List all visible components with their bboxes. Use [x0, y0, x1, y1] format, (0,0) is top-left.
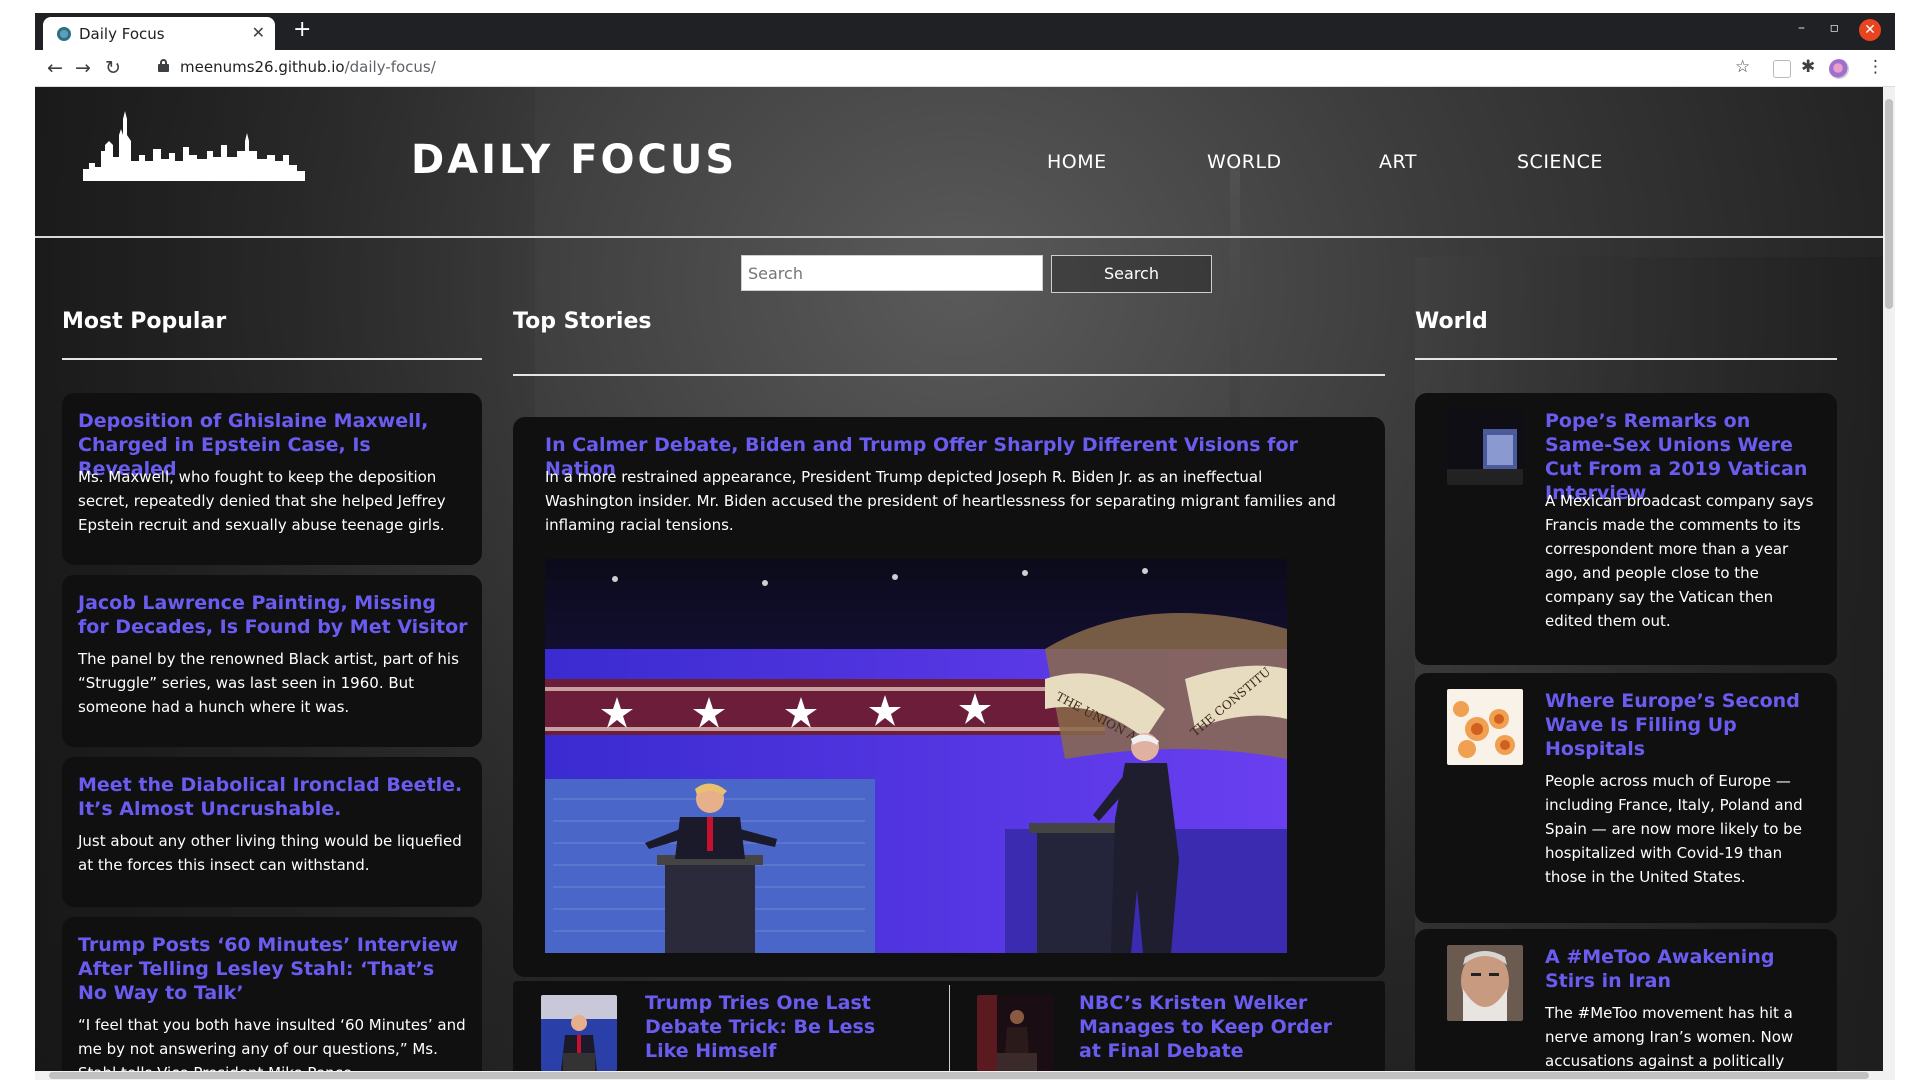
tab-title: Daily Focus — [79, 25, 165, 43]
nav-science[interactable]: SCIENCE — [1517, 151, 1603, 173]
sub-story-thumbnail[interactable] — [977, 995, 1053, 1071]
url-host: meenums26.github.io — [180, 58, 345, 76]
card-summary: People across much of Europe — including… — [1545, 772, 1803, 886]
skyline-logo-icon[interactable] — [83, 111, 305, 181]
sub-story-headline[interactable]: NBC’s Kristen Welker Manages to Keep Ord… — [1079, 991, 1349, 1063]
card-headline[interactable]: Where Europe’s Second Wave Is Filling Up… — [1545, 689, 1815, 761]
browser-menu-icon[interactable]: ⋮ — [1867, 57, 1884, 77]
card-summary: The #MeToo movement has hit a nerve amon… — [1545, 1004, 1794, 1070]
back-button[interactable]: ← — [47, 57, 63, 79]
popular-card[interactable]: Jacob Lawrence Painting, Missing for Dec… — [62, 575, 482, 747]
maximize-button[interactable]: ▫ — [1830, 20, 1840, 36]
lock-icon[interactable] — [158, 59, 169, 72]
section-divider — [513, 374, 1385, 376]
world-card-thumbnail[interactable] — [1447, 689, 1523, 765]
world-card[interactable]: Where Europe’s Second Wave Is Filling Up… — [1415, 673, 1837, 923]
sub-story-thumbnail[interactable] — [541, 995, 617, 1071]
section-divider — [62, 358, 482, 360]
url-path: /daily-focus/ — [344, 58, 436, 76]
address-bar[interactable]: meenums26.github.io/daily-focus/ — [180, 58, 436, 76]
extensions-puzzle-icon[interactable]: ✱ — [1801, 57, 1815, 77]
section-title-most-popular: Most Popular — [62, 309, 227, 334]
browser-toolbar: ← → ↻ meenums26.github.io/daily-focus/ ☆… — [35, 50, 1895, 87]
card-summary: Just about any other living thing would … — [78, 832, 462, 874]
bookmark-star-icon[interactable]: ☆ — [1735, 57, 1750, 77]
horizontal-scrollbar[interactable] — [35, 1071, 1895, 1080]
close-window-button[interactable]: ✕ — [1859, 19, 1881, 41]
new-tab-button[interactable]: + — [293, 17, 311, 42]
section-divider — [1415, 358, 1837, 360]
world-card-thumbnail[interactable] — [1447, 945, 1523, 1021]
section-title-world: World — [1415, 309, 1488, 334]
card-headline[interactable]: Jacob Lawrence Painting, Missing for Dec… — [78, 591, 468, 639]
section-title-top-stories: Top Stories — [513, 309, 652, 334]
nav-home[interactable]: HOME — [1047, 151, 1107, 173]
card-summary: Ms. Maxwell, who fought to keep the depo… — [78, 468, 446, 534]
sub-story-divider — [949, 985, 950, 1071]
top-story-card[interactable]: In Calmer Debate, Biden and Trump Offer … — [513, 417, 1385, 977]
debate-photo[interactable]: THE UNION AND THE CONSTITU — [545, 559, 1287, 953]
site-title[interactable]: DAILY FOCUS — [411, 137, 737, 183]
card-summary: A Mexican broadcast company says Francis… — [1545, 492, 1814, 630]
profile-avatar[interactable] — [1829, 59, 1849, 79]
world-card[interactable]: A #MeToo Awakening Stirs in Iran The #Me… — [1415, 929, 1837, 1071]
reload-button[interactable]: ↻ — [105, 57, 121, 79]
card-summary: The panel by the renowned Black artist, … — [78, 650, 459, 716]
minimize-button[interactable]: – — [1798, 20, 1805, 36]
sub-story-headline[interactable]: Trump Tries One Last Debate Trick: Be Le… — [645, 991, 905, 1063]
nav-world[interactable]: WORLD — [1207, 151, 1282, 173]
favicon-icon — [57, 27, 71, 41]
header-divider — [35, 236, 1883, 238]
web-page: DAILY FOCUS HOME WORLD ART SCIENCE Searc… — [35, 87, 1883, 1071]
tab-bar: Daily Focus ✕ + – ▫ ✕ — [35, 13, 1895, 50]
card-headline[interactable]: Trump Posts ‘60 Minutes’ Interview After… — [78, 933, 468, 1005]
world-card[interactable]: Pope’s Remarks on Same-Sex Unions Were C… — [1415, 393, 1837, 665]
world-card-thumbnail[interactable] — [1447, 409, 1523, 485]
scrollbar-thumb[interactable] — [49, 1072, 1869, 1079]
popular-card[interactable]: Meet the Diabolical Ironclad Beetle. It’… — [62, 757, 482, 907]
card-headline[interactable]: A #MeToo Awakening Stirs in Iran — [1545, 945, 1815, 993]
scrollbar-thumb[interactable] — [1885, 99, 1893, 309]
top-story-summary: In a more restrained appearance, Preside… — [545, 468, 1336, 534]
forward-button[interactable]: → — [75, 57, 91, 79]
browser-tab[interactable]: Daily Focus ✕ — [43, 17, 275, 50]
card-summary: “I feel that you both have insulted ‘60 … — [78, 1016, 466, 1071]
card-headline[interactable]: Meet the Diabolical Ironclad Beetle. It’… — [78, 773, 468, 821]
close-tab-icon[interactable]: ✕ — [252, 23, 265, 42]
browser-window: Daily Focus ✕ + – ▫ ✕ ← → ↻ meenums26.gi… — [35, 13, 1895, 1080]
extension-icon[interactable] — [1773, 60, 1791, 78]
search-button[interactable]: Search — [1051, 255, 1212, 293]
vertical-scrollbar[interactable] — [1883, 87, 1895, 1071]
nav-art[interactable]: ART — [1379, 151, 1417, 173]
popular-card[interactable]: Deposition of Ghislaine Maxwell, Charged… — [62, 393, 482, 565]
popular-card[interactable]: Trump Posts ‘60 Minutes’ Interview After… — [62, 917, 482, 1071]
search-input[interactable] — [741, 255, 1043, 291]
